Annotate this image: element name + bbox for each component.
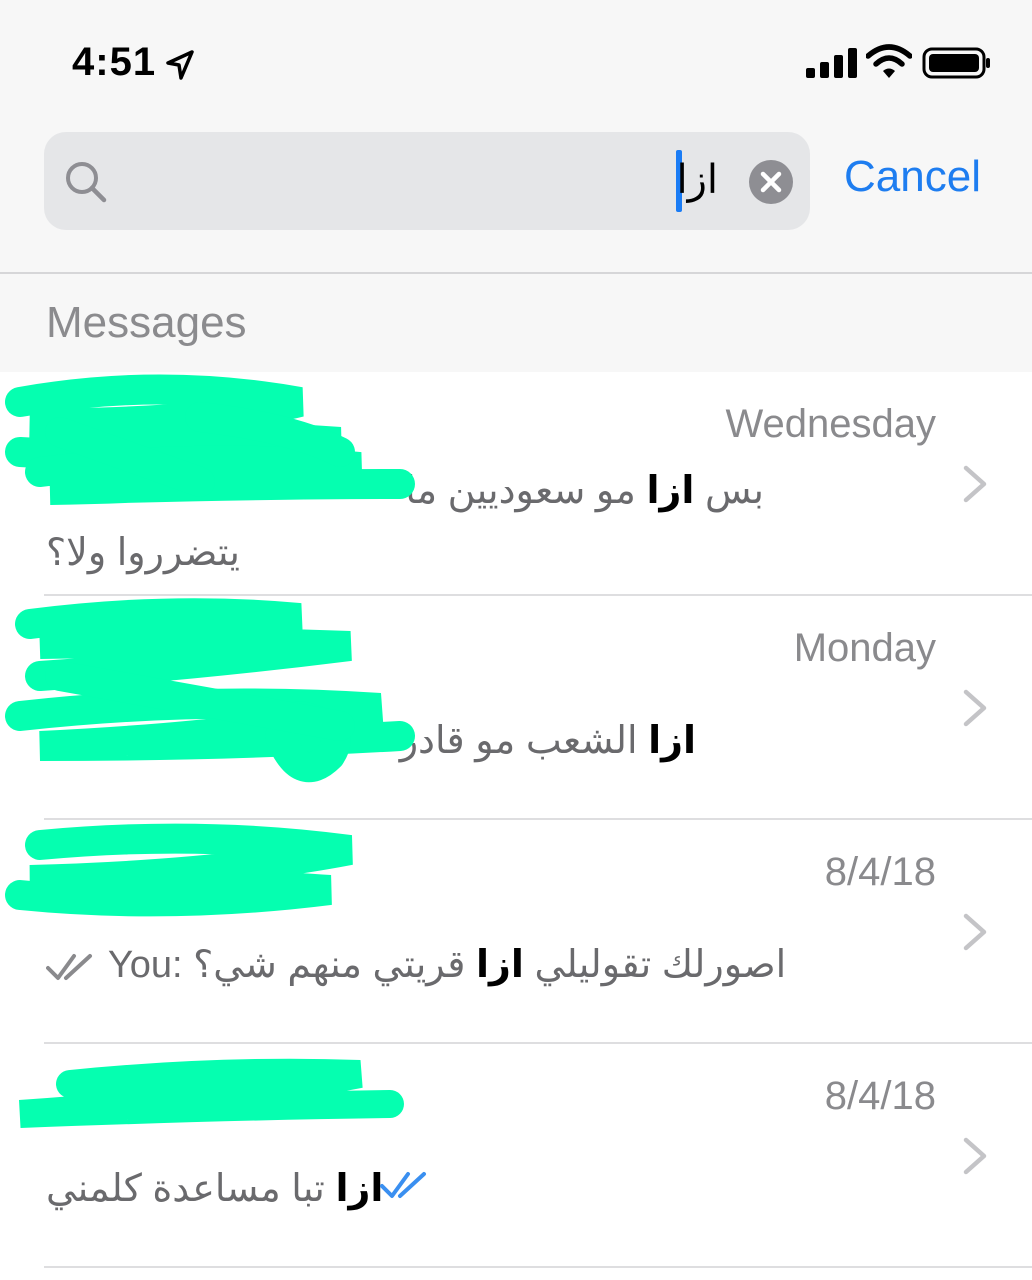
result-date: Wednesday [725, 402, 936, 446]
result-date: Monday [793, 626, 936, 670]
cellular-signal-icon [806, 48, 857, 78]
result-preview: ازا تبا مساعدة كلمني [46, 1168, 384, 1210]
result-date: 8/4/18 [824, 850, 936, 894]
redaction-scribble [5, 598, 415, 783]
cancel-button[interactable]: Cancel [844, 152, 981, 202]
redaction-scribble [5, 823, 353, 917]
section-title: Messages [46, 298, 247, 347]
chevron-right-icon [963, 465, 987, 503]
top-bar: 4:51 ازا Cancel Messages [0, 0, 1032, 372]
read-receipt-icon [46, 953, 92, 980]
wifi-icon [866, 44, 912, 78]
result-preview: ازا الشعب مو قادر [399, 720, 696, 762]
read-receipt-icon [380, 1172, 426, 1198]
battery-icon [922, 47, 990, 79]
redaction-scribble [19, 1058, 404, 1128]
chevron-right-icon [963, 1137, 987, 1175]
clear-icon[interactable] [748, 159, 794, 205]
divider [0, 272, 1032, 274]
result-preview: You: اصورلك تقوليلي ازا قريتي منهم شي؟ [46, 942, 786, 987]
result-date: 8/4/18 [824, 1074, 936, 1118]
location-arrow-icon [166, 50, 194, 80]
search-result-row[interactable]: 8/4/18 You: اصورلك تقوليلي ازا قريتي منه… [0, 820, 1032, 1044]
search-icon [66, 162, 107, 203]
redaction-scribble [5, 374, 415, 505]
chevron-right-icon [963, 913, 987, 951]
search-input[interactable]: ازا [676, 154, 718, 206]
search-result-row[interactable]: Monday ازا الشعب مو قادر [0, 596, 1032, 820]
search-result-row[interactable]: Wednesday بس ازا مو سعوديين ما يتضرروا و… [0, 372, 1032, 596]
status-bar: 4:51 [0, 0, 1032, 120]
search-field[interactable]: ازا [44, 132, 810, 230]
row-separator [44, 1266, 1032, 1268]
status-time: 4:51 [72, 40, 157, 84]
search-result-row[interactable]: 8/4/18 ازا تبا مساعدة كلمني [0, 1044, 1032, 1268]
chevron-right-icon [963, 689, 987, 727]
result-preview: بس ازا مو سعوديين ما [405, 470, 764, 512]
